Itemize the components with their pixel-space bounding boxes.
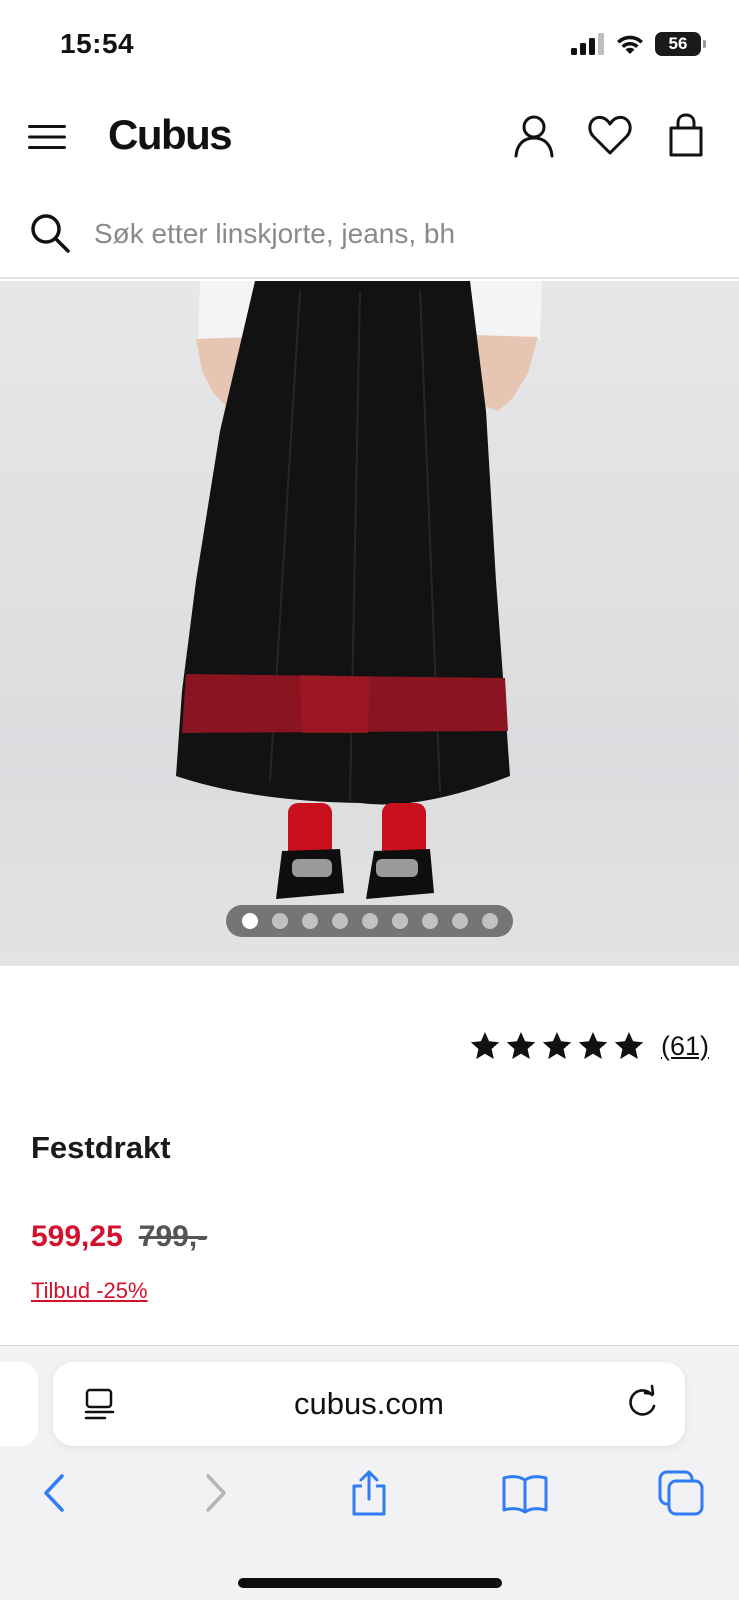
tabs-icon[interactable] [656,1468,706,1518]
site-header: Cubus [0,95,739,179]
product-image[interactable] [0,281,739,966]
home-indicator [238,1578,502,1588]
browser-nav-row [0,1458,739,1528]
reload-icon[interactable] [623,1384,661,1422]
carousel-dot[interactable] [331,913,348,929]
search-icon[interactable] [28,211,72,255]
product-photo [176,281,542,899]
carousel-dot[interactable] [451,913,468,929]
cellular-signal-icon [571,33,604,55]
carousel-pagination [226,905,513,937]
review-count-link[interactable]: (61) [661,1031,709,1062]
carousel-dot[interactable] [481,913,498,929]
original-price: 799,- [138,1220,208,1253]
carousel-dot[interactable] [391,913,408,929]
status-bar: 15:54 56 [0,0,739,90]
status-icons: 56 [571,32,706,56]
share-icon[interactable] [344,1468,394,1518]
product-title: Festdrakt [31,1130,171,1165]
sale-price: 599,25 [31,1220,123,1253]
back-arrow-icon[interactable] [30,1468,80,1518]
product-rating[interactable]: (61) [469,1030,709,1062]
star-icon [506,1032,536,1059]
shopping-bag-icon[interactable] [661,111,711,161]
search-input[interactable] [94,209,694,259]
search-bar [0,195,739,279]
hamburger-menu-icon[interactable] [26,117,70,157]
url-text: cubus.com [294,1386,444,1421]
battery-indicator: 56 [655,32,706,56]
forward-arrow-icon[interactable] [190,1468,240,1518]
carousel-dot[interactable] [301,913,318,929]
wifi-icon [617,35,643,54]
browser-toolbar: cubus.com [0,1345,739,1600]
cubus-logo[interactable]: Cubus [108,111,233,159]
address-bar[interactable]: cubus.com [53,1362,685,1446]
star-icon [614,1032,644,1059]
star-icon [470,1032,500,1059]
bookmarks-icon[interactable] [500,1468,550,1518]
carousel-dot[interactable] [271,913,288,929]
carousel-dot[interactable] [421,913,438,929]
battery-level: 56 [668,34,688,53]
previous-tab-preview[interactable] [0,1362,38,1446]
carousel-dot[interactable] [361,913,378,929]
carousel-dot[interactable] [241,913,258,929]
price-row: 599,25 799,- [31,1220,207,1254]
star-icon [578,1032,608,1059]
account-icon[interactable] [509,111,559,161]
status-time: 15:54 [60,28,135,59]
star-icon [542,1032,572,1059]
offer-link[interactable]: Tilbud -25% [31,1278,148,1304]
wishlist-heart-icon[interactable] [585,111,635,161]
